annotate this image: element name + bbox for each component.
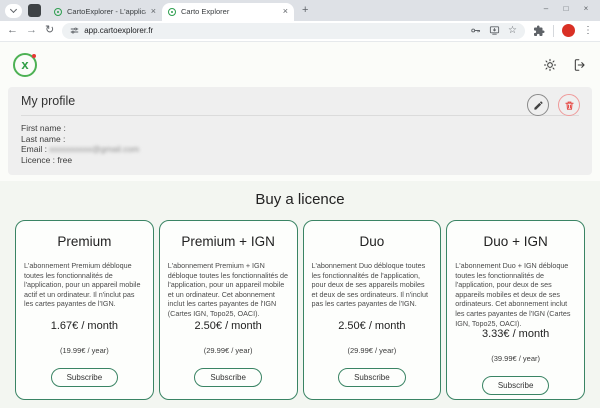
maximize-button[interactable]: □ [556,1,576,15]
plan-name: Duo [359,234,384,249]
site-settings-tune-icon[interactable] [70,26,79,35]
profile-fields: First name : Last name : Email : xxxxxxx… [21,123,579,165]
address-bar[interactable]: app.cartoexplorer.fr ☆ [62,23,525,39]
field-licence: Licence : free [21,155,579,166]
logo-letter: x [21,58,28,71]
plan-name: Premium + IGN [181,234,274,249]
field-last-name: Last name : [21,134,579,145]
browser-menu-icon[interactable]: ⋮ [583,25,593,36]
plan-card-duo-ign: Duo + IGN L'abonnement Duo + IGN débloqu… [446,220,585,400]
profile-card: My profile First name : L [8,87,592,175]
field-first-name: First name : [21,123,579,134]
url-text[interactable]: app.cartoexplorer.fr [84,26,465,35]
tab-close-icon[interactable]: × [151,7,156,16]
cartoexplorer-favicon-icon [168,8,176,16]
browser-toolbar: ← → ↻ app.cartoexplorer.fr ☆ [0,21,600,43]
plan-price-month: 3.33€ / month [482,328,549,340]
new-tab-button[interactable]: + [302,4,308,16]
plan-description: L'abonnement Premium débloque toutes les… [24,261,145,309]
plan-card-duo: Duo L'abonnement Duo débloque toutes les… [303,220,442,400]
trash-icon [564,100,575,111]
plan-description: L'abonnement Premium + IGN débloque tout… [168,261,289,319]
plan-price-month: 1.67€ / month [51,320,118,332]
tab-group-icon[interactable] [28,4,41,17]
forward-icon[interactable]: → [26,25,37,36]
section-title: Buy a licence [0,191,600,208]
logout-icon[interactable] [573,58,587,72]
carto-explorer-app: x My profile [0,42,600,408]
install-app-icon[interactable] [489,25,500,36]
password-key-icon[interactable] [470,25,481,36]
plan-price-year: (19.99€ / year) [60,346,109,355]
plan-price-year: (29.99€ / year) [347,346,396,355]
subscribe-button[interactable]: Subscribe [338,368,406,387]
tab-search-button[interactable] [5,4,22,18]
plan-price-month: 2.50€ / month [194,320,261,332]
cartoexplorer-favicon-icon [54,8,62,16]
plan-price-month: 2.50€ / month [338,320,405,332]
plan-price-year: (29.99€ / year) [204,346,253,355]
browser-window: CartoExplorer - L'application de × Carto… [0,0,600,408]
plan-price-year: (39.99€ / year) [491,354,540,363]
plan-description: L'abonnement Duo + IGN débloque toutes l… [455,261,576,328]
tab-close-icon[interactable]: × [283,7,288,16]
delete-account-button[interactable] [558,94,580,116]
toolbar-divider [553,25,554,37]
pencil-icon [533,100,544,111]
profile-avatar[interactable] [562,24,575,37]
window-controls: – □ × [536,1,596,15]
plan-name: Duo + IGN [484,234,548,249]
chevron-down-icon [10,6,17,13]
plan-description: L'abonnement Duo débloque toutes les fon… [312,261,433,309]
back-icon[interactable]: ← [7,25,18,36]
theme-toggle-sun-icon[interactable] [543,58,557,72]
subscribe-button[interactable]: Subscribe [51,368,119,387]
tab-title: Carto Explorer [181,7,278,16]
redacted-email-value: xxxxxxxxxx@gmail.com [49,144,139,154]
tab-strip: CartoExplorer - L'application de × Carto… [0,0,600,21]
field-email: Email : xxxxxxxxxx@gmail.com [21,144,579,155]
profile-title: My profile [21,94,579,116]
tab-title: CartoExplorer - L'application de [67,7,146,16]
browser-tab-carto-explorer-app[interactable]: Carto Explorer × [162,3,294,21]
edit-profile-button[interactable] [527,94,549,116]
close-button[interactable]: × [576,1,596,15]
bookmark-star-icon[interactable]: ☆ [508,26,517,36]
plan-card-premium-ign: Premium + IGN L'abonnement Premium + IGN… [159,220,298,400]
cartoexplorer-logo[interactable]: x [13,53,37,77]
profile-actions [527,94,580,116]
browser-tab-cartoexplorer-site[interactable]: CartoExplorer - L'application de × [48,3,162,21]
minimize-button[interactable]: – [536,1,556,15]
plan-cards: Premium L'abonnement Premium débloque to… [0,220,600,400]
toolbar-right: ⋮ [533,24,593,37]
reload-icon[interactable]: ↻ [45,25,54,36]
subscribe-button[interactable]: Subscribe [194,368,262,387]
subscribe-button[interactable]: Subscribe [482,376,550,395]
app-header: x [0,42,600,87]
omnibox-actions: ☆ [470,25,517,36]
plan-card-premium: Premium L'abonnement Premium débloque to… [15,220,154,400]
plan-name: Premium [57,234,111,249]
extensions-icon[interactable] [533,25,545,37]
header-actions [543,58,587,72]
buy-licence-section: Buy a licence Premium L'abonnement Premi… [0,181,600,408]
